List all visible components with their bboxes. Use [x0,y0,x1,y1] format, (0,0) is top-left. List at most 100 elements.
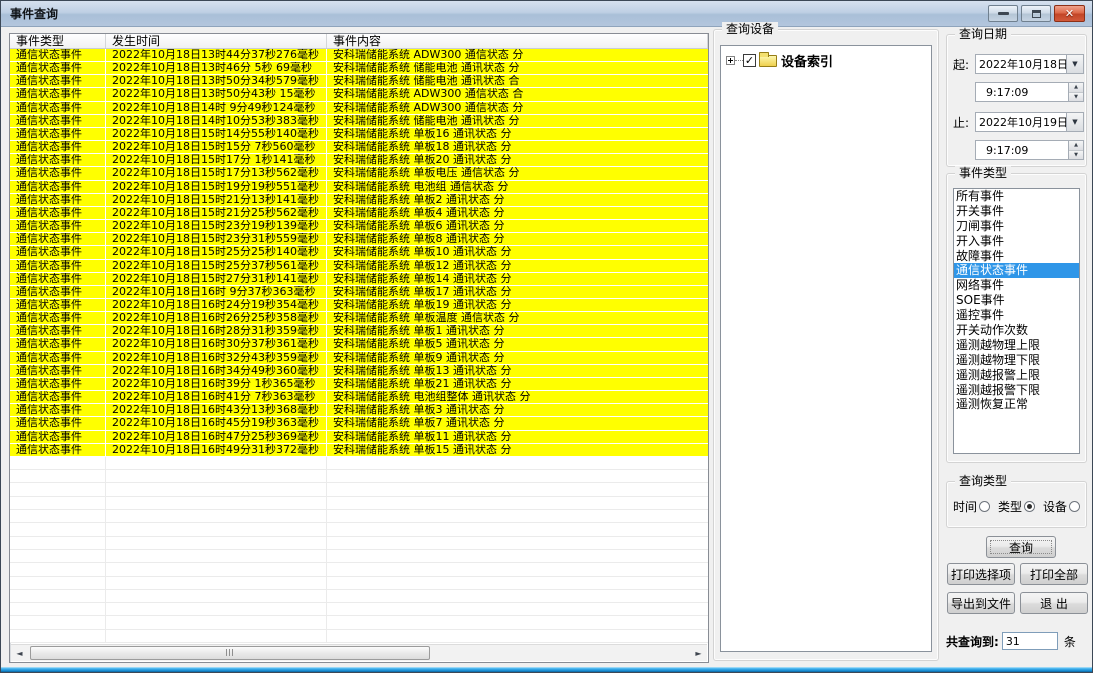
table-row[interactable]: 通信状态事件2022年10月18日16时34分49秒360毫秒安科瑞储能系统 单… [10,365,708,378]
event-type-item[interactable]: 遥控事件 [954,308,1079,323]
device-checkbox-checked[interactable]: ✓ [743,54,756,67]
radio-button-icon[interactable] [1069,501,1080,512]
from-date-dropdown-button[interactable]: ▼ [1066,55,1083,73]
table-row[interactable]: 通信状态事件2022年10月18日13时50分43秒 15毫秒安科瑞储能系统 A… [10,88,708,101]
expand-icon[interactable] [726,56,735,65]
cell-event-type: 通信状态事件 [10,273,106,285]
table-row[interactable]: 通信状态事件2022年10月18日16时45分19秒363毫秒安科瑞储能系统 单… [10,417,708,430]
event-type-item[interactable]: 开关事件 [954,204,1079,219]
cell-time: 2022年10月18日15时25分37秒561毫秒 [106,260,327,272]
table-row[interactable]: 通信状态事件2022年10月18日15时21分25秒562毫秒安科瑞储能系统 单… [10,207,708,220]
spin-down-icon[interactable]: ▼ [1069,151,1083,160]
query-type-option-device[interactable]: 设备 [1043,498,1080,515]
from-time-spinner[interactable]: ▲ ▼ [1068,83,1083,101]
table-row[interactable]: 通信状态事件2022年10月18日16时43分13秒368毫秒安科瑞储能系统 单… [10,404,708,417]
table-row[interactable]: 通信状态事件2022年10月18日13时50分34秒579毫秒安科瑞储能系统 储… [10,75,708,88]
export-to-file-button[interactable]: 导出到文件 [947,592,1015,614]
event-type-item[interactable]: SOE事件 [954,293,1079,308]
cell-content: 安科瑞储能系统 单板1 通讯状态 分 [327,325,708,337]
table-row[interactable]: 通信状态事件2022年10月18日15时19分19秒551毫秒安科瑞储能系统 电… [10,181,708,194]
table-row[interactable]: 通信状态事件2022年10月18日16时26分25秒358毫秒安科瑞储能系统 单… [10,312,708,325]
table-row[interactable]: 通信状态事件2022年10月18日16时47分25秒369毫秒安科瑞储能系统 单… [10,431,708,444]
event-type-item[interactable]: 遥测越物理下限 [954,353,1079,368]
print-selected-label: 打印选择项 [951,566,1011,583]
to-time-spinner[interactable]: ▲ ▼ [1068,141,1083,159]
window-bottom-border [1,667,1092,672]
event-type-item[interactable]: 遥测恢复正常 [954,397,1079,412]
table-row[interactable]: 通信状态事件2022年10月18日15时14分55秒140毫秒安科瑞储能系统 单… [10,128,708,141]
titlebar[interactable]: 事件查询 ✕ [1,1,1092,27]
result-count-row: 共查询到: 31 条 [946,631,1087,651]
table-row[interactable]: 通信状态事件2022年10月18日16时28分31秒359毫秒安科瑞储能系统 单… [10,325,708,338]
device-tree-root[interactable]: ✓ 设备索引 [721,46,931,70]
table-row[interactable]: 通信状态事件2022年10月18日13时46分 5秒 69毫秒安科瑞储能系统 储… [10,62,708,75]
table-row[interactable]: 通信状态事件2022年10月18日15时23分19秒139毫秒安科瑞储能系统 单… [10,220,708,233]
empty-cell [327,510,708,523]
maximize-button[interactable] [1021,5,1051,22]
radio-label: 设备 [1043,498,1067,515]
query-button[interactable]: 查询 [986,536,1056,558]
print-selected-button[interactable]: 打印选择项 [947,563,1015,585]
query-type-option-time[interactable]: 时间 [953,498,990,515]
table-row[interactable]: 通信状态事件2022年10月18日15时21分13秒141毫秒安科瑞储能系统 单… [10,194,708,207]
scrollbar-thumb[interactable] [30,646,430,660]
from-date-picker[interactable]: 2022年10月18日 ▼ [975,54,1084,74]
table-row[interactable]: 通信状态事件2022年10月18日16时 9分37秒363毫秒安科瑞储能系统 单… [10,286,708,299]
table-row[interactable]: 通信状态事件2022年10月18日15时27分31秒141毫秒安科瑞储能系统 单… [10,273,708,286]
to-time-field[interactable]: 9:17:09 ▲ ▼ [975,140,1084,160]
result-count-field[interactable]: 31 [1002,632,1058,650]
scroll-left-button[interactable]: ◄ [11,645,28,662]
table-row[interactable]: 通信状态事件2022年10月18日13时44分37秒276毫秒安科瑞储能系统 A… [10,49,708,62]
close-button[interactable]: ✕ [1054,5,1085,22]
minimize-button[interactable] [988,5,1018,22]
event-type-item[interactable]: 网络事件 [954,278,1079,293]
event-type-item[interactable]: 开入事件 [954,234,1079,249]
table-row[interactable]: 通信状态事件2022年10月18日16时41分 7秒363毫秒安科瑞储能系统 电… [10,391,708,404]
event-type-item[interactable]: 遥测越报警上限 [954,368,1079,383]
spin-down-icon[interactable]: ▼ [1069,93,1083,102]
empty-cell [106,616,327,629]
cell-content: 安科瑞储能系统 电池组整体 通讯状态 分 [327,391,708,403]
table-row[interactable]: 通信状态事件2022年10月18日15时25分25秒140毫秒安科瑞储能系统 单… [10,246,708,259]
scroll-right-button[interactable]: ► [690,645,707,662]
table-row[interactable]: 通信状态事件2022年10月18日15时17分 1秒141毫秒安科瑞储能系统 单… [10,154,708,167]
radio-button-icon[interactable] [1024,501,1035,512]
table-row[interactable]: 通信状态事件2022年10月18日16时30分37秒361毫秒安科瑞储能系统 单… [10,338,708,351]
event-type-item[interactable]: 遥测越报警下限 [954,383,1079,398]
table-row[interactable]: 通信状态事件2022年10月18日15时17分13秒562毫秒安科瑞储能系统 单… [10,167,708,180]
exit-button[interactable]: 退 出 [1020,592,1088,614]
table-row[interactable]: 通信状态事件2022年10月18日15时15分 7秒560毫秒安科瑞储能系统 单… [10,141,708,154]
scrollbar-track[interactable] [28,645,690,662]
event-type-item[interactable]: 故障事件 [954,249,1079,264]
empty-cell [10,523,106,536]
event-type-item[interactable]: 开关动作次数 [954,323,1079,338]
spin-up-icon[interactable]: ▲ [1069,83,1083,93]
to-date-picker[interactable]: 2022年10月19日 ▼ [975,112,1084,132]
table-row[interactable]: 通信状态事件2022年10月18日15时23分31秒559毫秒安科瑞储能系统 单… [10,233,708,246]
empty-cell [10,630,106,643]
table-row[interactable]: 通信状态事件2022年10月18日16时49分31秒372毫秒安科瑞储能系统 单… [10,444,708,457]
table-header[interactable]: 事件类型 发生时间 事件内容 [10,34,708,49]
from-time-field[interactable]: 9:17:09 ▲ ▼ [975,82,1084,102]
query-type-option-type[interactable]: 类型 [998,498,1035,515]
column-header-event-type[interactable]: 事件类型 [10,34,106,48]
column-header-time[interactable]: 发生时间 [106,34,327,48]
to-date-dropdown-button[interactable]: ▼ [1066,113,1083,131]
horizontal-scrollbar[interactable]: ◄ ► [11,644,707,661]
print-all-button[interactable]: 打印全部 [1020,563,1088,585]
table-row[interactable]: 通信状态事件2022年10月18日14时 9分49秒124毫秒安科瑞储能系统 A… [10,102,708,115]
table-row[interactable]: 通信状态事件2022年10月18日14时10分53秒383毫秒安科瑞储能系统 储… [10,115,708,128]
radio-button-icon[interactable] [979,501,990,512]
spin-up-icon[interactable]: ▲ [1069,141,1083,151]
table-row[interactable]: 通信状态事件2022年10月18日16时24分19秒354毫秒安科瑞储能系统 单… [10,299,708,312]
event-type-item[interactable]: 遥测越物理上限 [954,338,1079,353]
event-type-list[interactable]: 所有事件开关事件刀闸事件开入事件故障事件通信状态事件网络事件SOE事件遥控事件开… [953,188,1080,454]
table-row[interactable]: 通信状态事件2022年10月18日16时39分 1秒365毫秒安科瑞储能系统 单… [10,378,708,391]
event-type-item[interactable]: 刀闸事件 [954,219,1079,234]
table-row[interactable]: 通信状态事件2022年10月18日15时25分37秒561毫秒安科瑞储能系统 单… [10,260,708,273]
event-type-item[interactable]: 所有事件 [954,189,1079,204]
table-row[interactable]: 通信状态事件2022年10月18日16时32分43秒359毫秒安科瑞储能系统 单… [10,352,708,365]
column-header-content[interactable]: 事件内容 [327,34,708,48]
device-tree-root-label[interactable]: 设备索引 [781,51,833,70]
event-type-item[interactable]: 通信状态事件 [954,263,1079,278]
